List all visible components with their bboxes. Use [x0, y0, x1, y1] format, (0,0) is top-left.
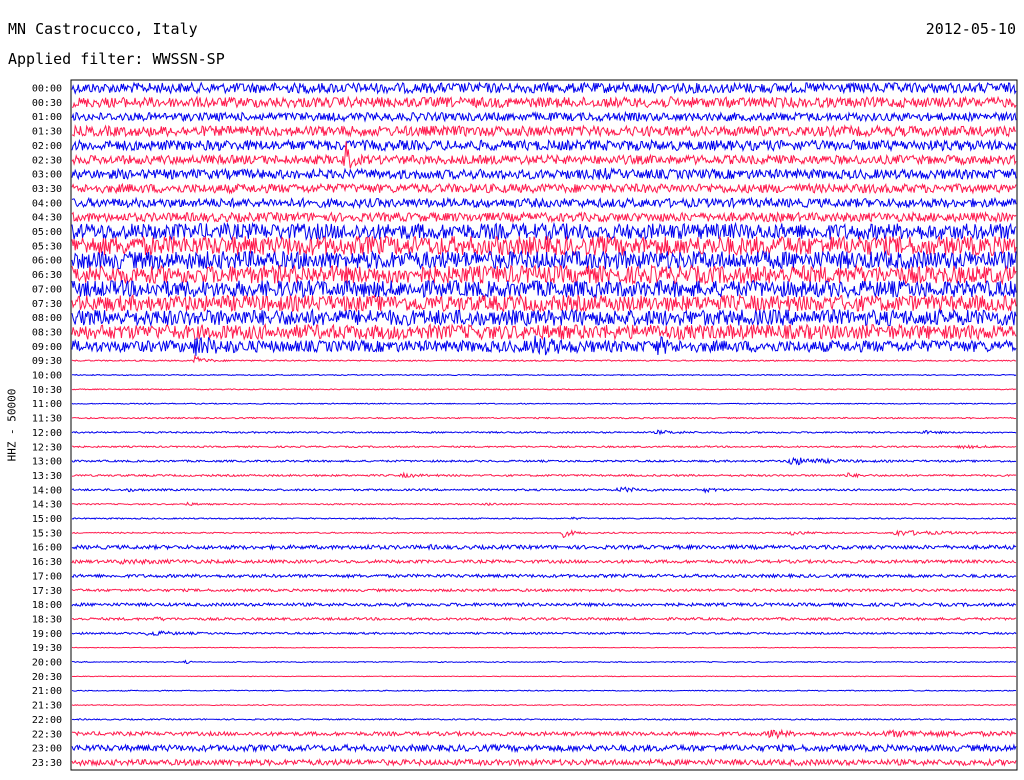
trace-row-0530	[71, 235, 1017, 257]
time-tick-label: 21:30	[32, 701, 62, 712]
time-tick-label: 08:30	[32, 327, 62, 338]
time-tick-label: 01:00	[32, 112, 62, 123]
trace-row-1130	[71, 416, 1017, 420]
trace-row-1800	[71, 601, 1017, 608]
trace-row-2130	[71, 703, 1017, 707]
time-tick-label: 18:00	[32, 600, 62, 611]
time-tick-label: 04:00	[32, 198, 62, 209]
trace-row-0600	[71, 249, 1017, 271]
time-tick-label: 18:30	[32, 614, 62, 625]
time-tick-label: 16:00	[32, 543, 62, 554]
time-tick-label: 04:30	[32, 213, 62, 224]
trace-row-0430	[71, 210, 1017, 224]
seismogram-plot: 00:00 00:30 01:00 01:30 02:00 02:30 03:00 03:30…	[32, 79, 1018, 771]
trace-row-2030	[71, 675, 1017, 678]
time-tick-label: 06:30	[32, 270, 62, 281]
time-tick-label: 19:30	[32, 643, 62, 654]
time-tick-label: 16:30	[32, 557, 62, 568]
time-tick-label: 20:00	[32, 658, 62, 669]
time-tick-label: 02:30	[32, 155, 62, 166]
time-tick-label: 13:00	[32, 457, 62, 468]
trace-row-1730	[71, 587, 1017, 593]
trace-row-2230	[71, 728, 1017, 740]
trace-row-1100	[71, 402, 1017, 405]
time-tick-label: 08:00	[32, 313, 62, 324]
time-tick-label: 06:00	[32, 256, 62, 267]
trace-row-2330	[71, 757, 1017, 768]
trace-row-1900	[71, 630, 1017, 637]
time-tick-label: 22:00	[32, 715, 62, 726]
time-tick-label: 05:00	[32, 227, 62, 238]
trace-row-1530	[71, 529, 1017, 539]
plot-frame	[70, 79, 1018, 771]
trace-row-0930	[71, 354, 1016, 364]
trace-row-0830	[71, 323, 1017, 341]
trace-row-0400	[71, 196, 1017, 210]
time-tick-label: 19:00	[32, 629, 62, 640]
trace-row-1300	[71, 456, 1017, 466]
trace-row-0800	[71, 307, 1017, 328]
traces-group	[71, 81, 1017, 768]
trace-row-1630	[71, 558, 1017, 566]
trace-row-2200	[71, 718, 1017, 721]
time-tick-label: 11:00	[32, 399, 62, 410]
trace-row-0730	[71, 293, 1017, 313]
time-tick-label: 12:30	[32, 442, 62, 453]
trace-row-2300	[71, 743, 1017, 754]
trace-row-0900	[71, 335, 1017, 356]
time-tick-label: 02:00	[32, 141, 62, 152]
trace-row-2000	[71, 659, 1017, 665]
trace-row-1000	[72, 373, 1017, 377]
tick-labels-group: 00:00 00:30 01:00 01:30 02:00 02:30 03:00 03:30…	[32, 84, 62, 769]
time-tick-label: 10:00	[32, 371, 62, 382]
time-tick-label: 00:00	[32, 84, 62, 95]
trace-row-0500	[71, 221, 1017, 242]
trace-row-0700	[71, 279, 1017, 300]
trace-row-0300	[71, 167, 1017, 181]
trace-row-0630	[71, 263, 1017, 286]
time-tick-label: 09:30	[32, 356, 62, 367]
time-tick-label: 07:00	[32, 284, 62, 295]
trace-row-1500	[71, 516, 1017, 521]
time-tick-label: 14:30	[32, 500, 62, 511]
trace-row-1030	[71, 388, 1017, 391]
time-tick-label: 05:30	[32, 241, 62, 252]
trace-row-0130	[71, 124, 1017, 139]
time-tick-label: 03:00	[32, 170, 62, 181]
trace-row-1330	[71, 471, 1017, 479]
time-tick-label: 15:00	[32, 514, 62, 525]
time-tick-label: 21:00	[32, 686, 62, 697]
trace-row-1430	[72, 501, 1017, 507]
time-tick-label: 11:30	[32, 414, 62, 425]
time-tick-label: 03:30	[32, 184, 62, 195]
trace-row-0030	[71, 95, 1017, 110]
time-tick-label: 14:00	[32, 485, 62, 496]
time-tick-label: 20:30	[32, 672, 62, 683]
trace-row-0330	[71, 182, 1017, 195]
time-tick-label: 22:30	[32, 729, 62, 740]
trace-row-0000	[71, 81, 1017, 95]
time-tick-label: 23:00	[32, 744, 62, 755]
trace-row-1400	[71, 486, 1017, 494]
trace-row-1930	[71, 646, 1017, 649]
trace-row-1230	[71, 444, 1017, 450]
trace-row-1830	[71, 616, 1017, 622]
trace-row-2100	[71, 689, 1017, 692]
time-tick-label: 17:30	[32, 586, 62, 597]
time-tick-label: 23:30	[32, 758, 62, 769]
time-tick-label: 17:00	[32, 571, 62, 582]
trace-row-1200	[71, 429, 1017, 436]
time-tick-label: 01:30	[32, 127, 62, 138]
time-tick-label: 10:30	[32, 385, 62, 396]
trace-row-1700	[71, 572, 1017, 580]
time-tick-label: 09:00	[32, 342, 62, 353]
time-tick-label: 00:30	[32, 98, 62, 109]
time-tick-label: 07:30	[32, 299, 62, 310]
time-tick-label: 12:00	[32, 428, 62, 439]
trace-row-0200	[71, 138, 1017, 153]
time-tick-label: 15:30	[32, 528, 62, 539]
time-tick-label: 13:30	[32, 471, 62, 482]
trace-row-1600	[71, 543, 1017, 551]
trace-row-0100	[71, 110, 1017, 123]
